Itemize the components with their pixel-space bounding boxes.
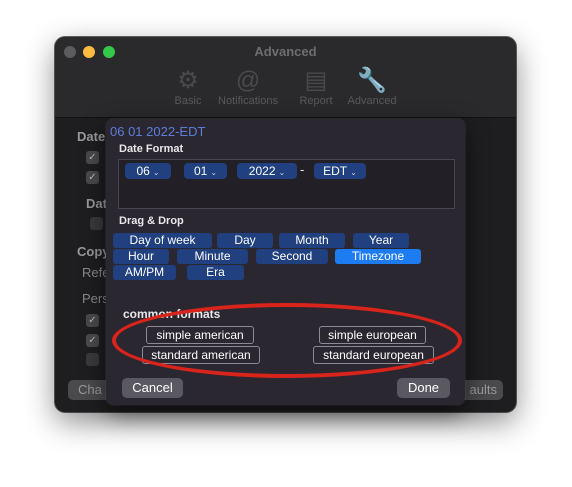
day-token-value: 01 bbox=[193, 164, 208, 178]
toolbar-basic-label: Basic bbox=[174, 95, 202, 107]
section-label-copy: Copy bbox=[77, 244, 110, 259]
chip-hour[interactable]: Hour bbox=[113, 249, 169, 264]
chevron-down-icon: ⌄ bbox=[350, 168, 357, 177]
section-label-dat: Dat bbox=[86, 196, 107, 211]
chip-month[interactable]: Month bbox=[279, 233, 345, 248]
cancel-button[interactable]: Cancel bbox=[122, 378, 183, 398]
toolbar-advanced[interactable]: 🔧 Advanced bbox=[339, 67, 405, 107]
background-checkbox[interactable]: ✓ bbox=[86, 151, 99, 164]
section-label-pers: Pers bbox=[82, 291, 109, 306]
chip-day-of-week[interactable]: Day of week bbox=[113, 233, 212, 248]
chip-timezone[interactable]: Timezone bbox=[335, 249, 421, 264]
background-field[interactable] bbox=[90, 217, 103, 230]
common-formats-title: common formats bbox=[123, 307, 221, 321]
simple-european-button[interactable]: simple european bbox=[319, 326, 426, 344]
toolbar-advanced-label: Advanced bbox=[347, 95, 397, 107]
chip-second[interactable]: Second bbox=[256, 249, 328, 264]
chevron-down-icon: ⌄ bbox=[152, 168, 160, 177]
chip-era[interactable]: Era bbox=[187, 265, 244, 280]
chevron-down-icon: ⌄ bbox=[210, 168, 218, 177]
year-token-value: 2022 bbox=[248, 164, 276, 178]
title-bar: Advanced ⚙ Basic @ Notifications ▤ Repor… bbox=[55, 37, 516, 118]
year-token[interactable]: 2022 ⌄ bbox=[237, 163, 297, 179]
done-button[interactable]: Done bbox=[397, 378, 450, 398]
chip-year[interactable]: Year bbox=[353, 233, 409, 248]
background-checkbox[interactable]: ✓ bbox=[86, 334, 99, 347]
separator-text: - bbox=[300, 162, 305, 177]
toolbar-report-label: Report bbox=[299, 95, 333, 107]
date-format-title: Date Format bbox=[119, 143, 184, 155]
toolbar-notifications[interactable]: @ Notifications bbox=[215, 67, 281, 107]
timezone-token-value: EDT bbox=[323, 164, 348, 178]
chevron-down-icon: ⌄ bbox=[278, 168, 286, 177]
chip-am-pm[interactable]: AM/PM bbox=[113, 265, 176, 280]
date-preview: 06 01 2022-EDT bbox=[110, 124, 206, 139]
standard-european-button[interactable]: standard european bbox=[313, 346, 434, 364]
at-sign-icon: @ bbox=[235, 67, 261, 94]
background-checkbox[interactable]: ✓ bbox=[86, 171, 99, 184]
section-label-date: Date bbox=[77, 129, 106, 144]
chip-minute[interactable]: Minute bbox=[177, 249, 248, 264]
chip-day[interactable]: Day bbox=[217, 233, 273, 248]
simple-american-button[interactable]: simple american bbox=[146, 326, 254, 344]
month-token-value: 06 bbox=[136, 164, 150, 178]
window-title: Advanced bbox=[254, 44, 317, 59]
day-token[interactable]: 01 ⌄ bbox=[184, 163, 227, 179]
timezone-token[interactable]: EDT ⌄ bbox=[314, 163, 366, 179]
date-format-field[interactable]: 06 ⌄ 01 ⌄ 2022 ⌄ - EDT ⌄ bbox=[118, 159, 455, 209]
background-checkbox[interactable] bbox=[86, 353, 99, 366]
background-checkbox[interactable]: ✓ bbox=[86, 314, 99, 327]
toolbar-notifications-label: Notifications bbox=[218, 95, 278, 107]
gear-icon: ⚙ bbox=[177, 67, 199, 94]
wrench-icon: 🔧 bbox=[357, 67, 387, 94]
standard-american-button[interactable]: standard american bbox=[142, 346, 260, 364]
date-format-sheet: 06 01 2022-EDT Date Format 06 ⌄ 01 ⌄ 2022 ⌄… bbox=[106, 119, 465, 405]
month-token[interactable]: 06 ⌄ bbox=[125, 163, 171, 179]
drag-drop-title: Drag & Drop bbox=[119, 215, 184, 227]
toolbar-basic[interactable]: ⚙ Basic bbox=[155, 67, 221, 107]
